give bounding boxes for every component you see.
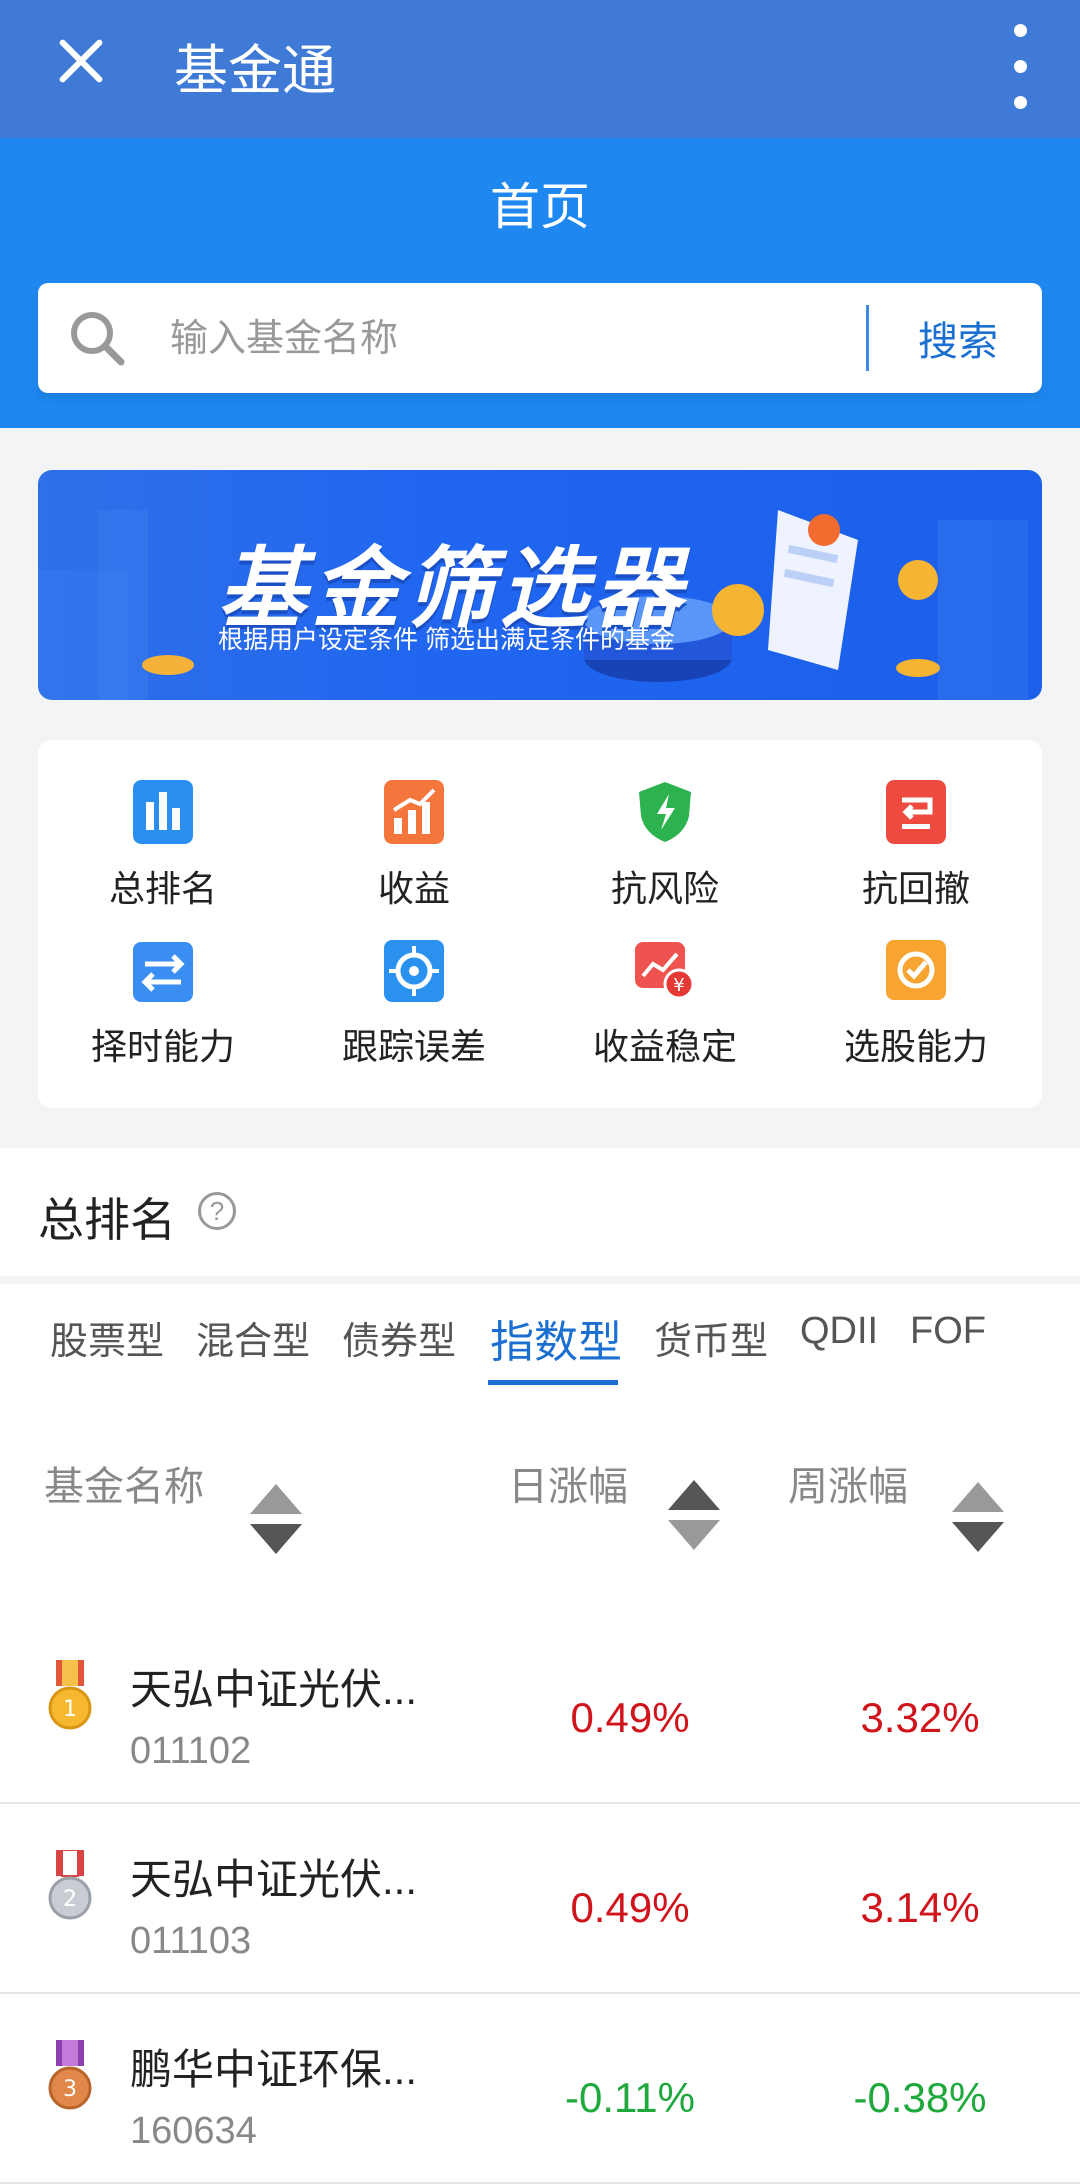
app-title: 基金通: [174, 41, 336, 101]
grid-item-profit[interactable]: 收益: [289, 780, 539, 930]
title-bar: 基金通: [0, 0, 1080, 138]
tab-index[interactable]: 指数型: [490, 1306, 622, 1370]
svg-text:2: 2: [63, 1887, 77, 1912]
banner-subtitle: 根据用户设定条件 筛选出满足条件的基金: [218, 626, 675, 654]
grid-label: 选股能力: [843, 1026, 988, 1067]
grid-item-tracking-error[interactable]: 跟踪误差: [289, 938, 539, 1088]
search-button[interactable]: 搜索: [918, 309, 998, 367]
stock-pick-icon: [886, 940, 946, 1000]
grid-item-stock-picking[interactable]: 选股能力: [791, 938, 1041, 1088]
search-area: 搜索: [0, 268, 1080, 428]
more-options-icon[interactable]: [1000, 20, 1040, 114]
fund-name: 天弘中证光伏...: [130, 1856, 418, 1903]
week-change: 3.14%: [860, 1884, 980, 1931]
tab-hybrid[interactable]: 混合型: [196, 1310, 310, 1365]
close-icon[interactable]: [50, 30, 112, 92]
timing-switch-icon: [133, 942, 193, 1002]
tab-bond[interactable]: 债券型: [342, 1310, 456, 1365]
tab-money-market[interactable]: 货币型: [654, 1310, 768, 1365]
grid-item-risk-resistance[interactable]: 抗风险: [540, 780, 790, 930]
fund-code: 011102: [130, 1730, 252, 1772]
tab-qdii[interactable]: QDII: [800, 1310, 878, 1353]
day-change: -0.11%: [565, 2074, 695, 2121]
fund-code: 011103: [130, 1920, 252, 1962]
table-row[interactable]: 2 天弘中证光伏... 011103 0.49% 3.14%: [0, 1804, 1080, 1994]
nav-bar: 首页: [0, 138, 1080, 268]
fund-name: 鹏华中证环保...: [130, 2046, 418, 2093]
grid-label: 收益: [377, 868, 450, 909]
day-change: 0.49%: [570, 1884, 690, 1931]
grid-label: 总排名: [108, 868, 217, 909]
silver-medal-icon: 2: [48, 1850, 92, 1920]
fund-code: 160634: [130, 2110, 257, 2152]
search-divider: [866, 305, 869, 371]
column-header-week-change: 周涨幅: [788, 1465, 908, 1509]
week-change: -0.38%: [853, 2074, 987, 2121]
svg-text:1: 1: [63, 1697, 77, 1722]
target-icon: [384, 940, 444, 1002]
day-change: 0.49%: [570, 1694, 690, 1741]
category-grid: 总排名 收益 抗风险 抗回撤 择时能力 跟踪误差 ¥ 收益稳定 选股能力: [38, 740, 1042, 1108]
bronze-medal-icon: 3: [48, 2040, 92, 2110]
grid-item-drawdown[interactable]: 抗回撤: [791, 780, 1041, 930]
grid-label: 抗风险: [610, 868, 719, 909]
gold-medal-icon: 1: [48, 1660, 92, 1730]
help-icon[interactable]: ?: [198, 1192, 236, 1230]
page-title: 首页: [490, 179, 590, 235]
sort-week-change-icon[interactable]: [952, 1482, 1004, 1558]
sort-day-change-icon[interactable]: [668, 1480, 720, 1556]
fund-list: 1 天弘中证光伏... 011102 0.49% 3.32% 2 天弘中证光伏.…: [0, 1614, 1080, 2184]
search-icon: [71, 312, 125, 366]
svg-text:3: 3: [63, 2077, 77, 2102]
grid-label: 跟踪误差: [341, 1026, 486, 1067]
grid-label: 择时能力: [90, 1026, 235, 1067]
tab-fof[interactable]: FOF: [910, 1310, 986, 1353]
sort-fund-name-icon[interactable]: [250, 1484, 302, 1560]
drawdown-icon: [886, 780, 946, 844]
table-header: 基金名称 日涨幅 周涨幅: [0, 1414, 1080, 1614]
stable-yield-icon: ¥: [635, 942, 695, 1000]
search-box: 搜索: [38, 283, 1042, 393]
grid-label: 抗回撤: [861, 868, 970, 909]
grid-item-ranking[interactable]: 总排名: [38, 780, 288, 930]
grid-item-timing[interactable]: 择时能力: [38, 938, 288, 1088]
table-row[interactable]: 3 鹏华中证环保... 160634 -0.11% -0.38%: [0, 1994, 1080, 2184]
table-row[interactable]: 1 天弘中证光伏... 011102 0.49% 3.32%: [0, 1614, 1080, 1804]
section-header: 总排名 ?: [0, 1148, 1080, 1276]
profit-bars-icon: [384, 780, 444, 844]
week-change: 3.32%: [860, 1694, 980, 1741]
shield-icon: [639, 782, 691, 842]
svg-text:¥: ¥: [673, 975, 684, 996]
grid-item-stable-yield[interactable]: ¥ 收益稳定: [540, 938, 790, 1088]
column-header-day-change: 日涨幅: [508, 1465, 628, 1509]
grid-label: 收益稳定: [592, 1026, 737, 1067]
fund-name: 天弘中证光伏...: [130, 1666, 418, 1713]
tab-stock[interactable]: 股票型: [50, 1310, 164, 1365]
section-title: 总排名: [38, 1194, 176, 1246]
fund-type-tabs: 股票型 混合型 债券型 指数型 货币型 QDII FOF: [0, 1284, 1080, 1414]
active-tab-indicator: [488, 1380, 618, 1385]
ranking-chart-icon: [133, 780, 193, 844]
fund-screener-banner[interactable]: 基金筛选器 根据用户设定条件 筛选出满足条件的基金: [38, 470, 1042, 700]
search-input[interactable]: [168, 308, 872, 370]
column-header-fund-name: 基金名称: [44, 1465, 204, 1509]
